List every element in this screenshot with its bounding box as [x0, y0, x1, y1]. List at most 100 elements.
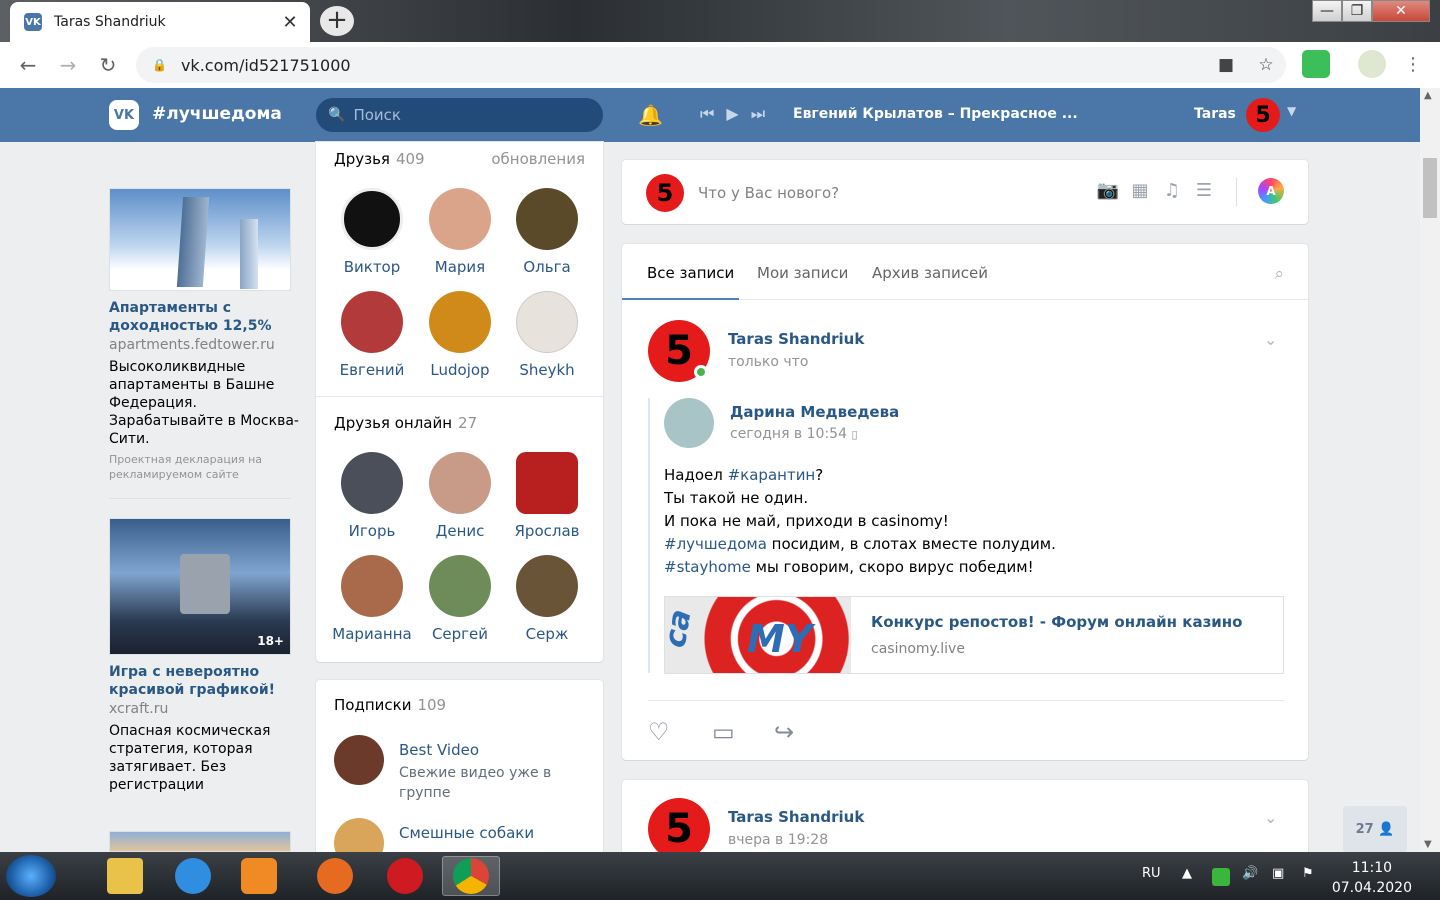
maximize-button[interactable]: ❐ [1342, 0, 1372, 22]
like-icon[interactable]: ♡ [648, 718, 670, 746]
next-track-icon[interactable]: ⏭ [751, 104, 765, 124]
share-icon[interactable]: ↪ [774, 718, 794, 746]
friend-item[interactable]: Мария [416, 188, 504, 276]
tab-close-icon[interactable]: ✕ [280, 12, 300, 33]
friend-item[interactable]: Ольга [503, 188, 591, 276]
subscriptions-header[interactable]: Подписки 109 [334, 696, 446, 714]
link-thumbnail[interactable]: ca MY [665, 597, 851, 673]
browser-tab[interactable]: VK Taras Shandriuk ✕ [10, 2, 310, 42]
friend-item[interactable]: Евгений [328, 291, 416, 379]
friend-item[interactable]: Игорь [328, 452, 416, 540]
ad-domain[interactable]: apartments.fedtower.ru [109, 337, 275, 353]
friend-item[interactable]: Серж [503, 555, 591, 643]
composer-placeholder[interactable]: Что у Вас нового? [698, 184, 839, 202]
explorer-taskbar-icon[interactable] [96, 856, 154, 896]
ai-assistant-icon[interactable]: A [1258, 178, 1284, 204]
photo-icon[interactable]: 📷 [1092, 180, 1124, 201]
tab-all-posts[interactable]: Все записи [647, 264, 734, 282]
tab-archive[interactable]: Архив записей [872, 264, 988, 282]
friends-online-header[interactable]: Друзья онлайн 27 [334, 414, 477, 432]
ie-taskbar-icon[interactable] [164, 856, 222, 896]
window-close-button[interactable]: ✕ [1372, 0, 1430, 22]
ad-domain[interactable]: xcraft.ru [109, 701, 168, 717]
notifications-bell-icon[interactable]: 🔔 [638, 103, 663, 127]
subscription-item[interactable]: Best Video Свежие видео уже в группе [334, 735, 569, 803]
hashtag-link[interactable]: #stayhome [664, 558, 751, 576]
friend-item[interactable]: Виктор [328, 188, 416, 276]
ad-image[interactable] [109, 831, 291, 852]
tray-expand-icon[interactable]: ▲ [1182, 866, 1192, 881]
post-menu-chevron-icon[interactable]: ⌄ [1264, 808, 1277, 827]
address-bar[interactable]: 🔒 vk.com/id521751000 ■ ☆ [136, 47, 1286, 83]
chrome-taskbar-icon[interactable] [442, 856, 500, 896]
ad-image[interactable] [109, 188, 291, 291]
system-clock[interactable]: 11:10 07.04.2020 [1332, 858, 1412, 898]
search-input[interactable]: 🔍 Поиск [316, 98, 603, 132]
hashtag-link[interactable]: #карантин [728, 466, 816, 484]
hashtag-link[interactable]: #лучшедома [664, 535, 767, 553]
friend-item[interactable]: Марианна [328, 555, 416, 643]
reload-icon[interactable]: ↻ [88, 53, 128, 77]
extension-icon[interactable] [1302, 50, 1330, 78]
friend-item[interactable]: Ludojop [416, 291, 504, 379]
repost-time[interactable]: сегодня в 10:54 ▯ [730, 426, 858, 442]
repost-author-avatar[interactable] [664, 398, 714, 448]
camera-blocked-icon[interactable]: ■ [1206, 55, 1246, 75]
bookmark-star-icon[interactable]: ☆ [1246, 55, 1286, 75]
friend-item[interactable]: Sheykh [503, 291, 591, 379]
friends-header[interactable]: Друзья 409 [334, 150, 425, 168]
media-taskbar-icon[interactable] [230, 856, 288, 896]
current-track[interactable]: Евгений Крылатов – Прекрасное ... [793, 106, 1078, 122]
friends-updates-link[interactable]: обновления [491, 150, 585, 168]
comment-icon[interactable]: ▭ [712, 718, 735, 746]
post-time[interactable]: только что [728, 354, 808, 370]
menu-dots-icon[interactable]: ⋮ [1404, 54, 1422, 75]
back-icon[interactable]: ← [8, 53, 48, 77]
antivirus-icon[interactable] [1212, 868, 1230, 886]
friend-item[interactable]: Денис [416, 452, 504, 540]
play-icon[interactable]: ▶ [726, 104, 738, 124]
minimize-button[interactable]: — [1312, 0, 1342, 22]
profile-avatar-icon[interactable] [1358, 50, 1386, 78]
article-icon[interactable]: ☰ [1188, 180, 1220, 201]
subscription-name[interactable]: Best Video [399, 741, 569, 759]
ad-title[interactable]: Апартаменты с доходностью 12,5% [109, 299, 299, 335]
volume-icon[interactable]: 🔊 [1242, 866, 1258, 881]
start-button[interactable] [6, 855, 56, 897]
friends-online-button[interactable]: 27 👤 [1343, 806, 1407, 852]
scroll-down-icon[interactable]: ▼ [1424, 839, 1432, 850]
new-tab-button[interactable]: + [320, 6, 354, 36]
scroll-up-icon[interactable]: ▲ [1424, 90, 1432, 101]
prev-track-icon[interactable]: ⏮ [700, 104, 714, 124]
user-avatar[interactable]: 5 [1246, 98, 1280, 132]
firefox-taskbar-icon[interactable] [306, 856, 364, 896]
opera-taskbar-icon[interactable] [376, 856, 434, 896]
post-author-avatar[interactable]: 5 [648, 798, 710, 860]
flag-icon[interactable]: ⚑ [1302, 866, 1314, 881]
forward-icon[interactable]: → [48, 53, 88, 77]
video-icon[interactable]: ▦ [1124, 180, 1156, 201]
language-indicator[interactable]: RU [1142, 866, 1161, 881]
link-title[interactable]: Конкурс репостов! - Форум онлайн казино [871, 613, 1242, 631]
scroll-thumb[interactable] [1423, 158, 1437, 218]
link-snippet[interactable]: ca MY Конкурс репостов! - Форум онлайн к… [664, 596, 1284, 674]
friend-item[interactable]: Ярослав [503, 452, 591, 540]
post-time[interactable]: вчера в 19:28 [728, 832, 828, 848]
friend-item[interactable]: Сергей [416, 555, 504, 643]
brand-hashtag[interactable]: #лучшедома [152, 104, 282, 124]
post-author[interactable]: Taras Shandriuk [728, 808, 864, 826]
chevron-down-icon[interactable]: ▼ [1287, 104, 1296, 118]
post-menu-chevron-icon[interactable]: ⌄ [1264, 330, 1277, 349]
post-author[interactable]: Taras Shandriuk [728, 330, 864, 348]
link-domain[interactable]: casinomy.live [871, 641, 965, 657]
vk-logo-icon[interactable]: VK [109, 100, 139, 130]
tab-my-posts[interactable]: Мои записи [757, 264, 848, 282]
music-icon[interactable]: ♫ [1156, 180, 1188, 201]
ad-image[interactable]: 18+ [109, 518, 291, 655]
page-scrollbar[interactable]: ▲ ▼ [1420, 88, 1440, 852]
post-composer[interactable]: 5 Что у Вас нового? 📷 ▦ ♫ ☰ A [622, 160, 1308, 224]
repost-author[interactable]: Дарина Медведева [730, 403, 899, 421]
wall-search-icon[interactable]: ⌕ [1274, 264, 1284, 284]
user-name[interactable]: Taras [1194, 106, 1236, 122]
network-icon[interactable]: ▣ [1272, 866, 1284, 881]
